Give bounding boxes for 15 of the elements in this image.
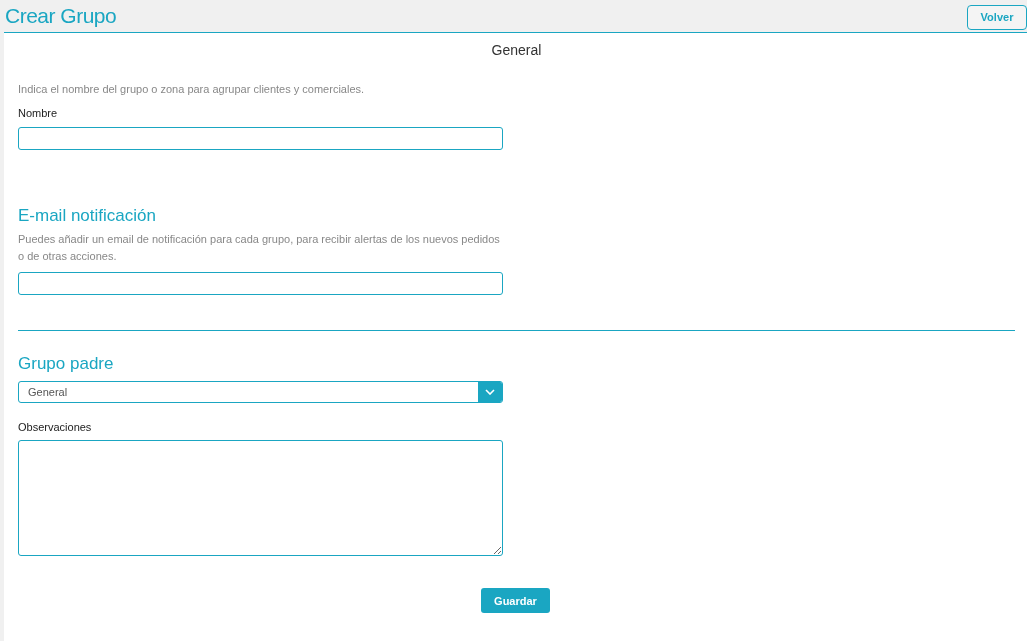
field-label: Nombre [18,106,59,120]
section-title: Grupo padre [18,353,115,375]
chevron-down-icon [478,382,502,402]
save-button[interactable]: Guardar [481,588,550,613]
description-text: Indica el nombre del grupo o zona para agrupar clientes y comerciales. [18,82,366,97]
dropdown[interactable]: General [18,381,503,403]
page-title: Crear Grupo [5,4,117,28]
section-title: E-mail notificación [18,205,157,227]
description-text: Puedes añadir un email de notificación para cada grupo, para recibir alertas de los nuevos pedidos o de otras acciones. [18,232,501,264]
back-button[interactable]: Volver [967,4,1027,30]
field-label: Observaciones [18,420,93,434]
text-area[interactable] [18,440,503,556]
input-field[interactable] [18,127,503,150]
section-heading: General [490,41,543,60]
input-field[interactable] [18,272,503,295]
